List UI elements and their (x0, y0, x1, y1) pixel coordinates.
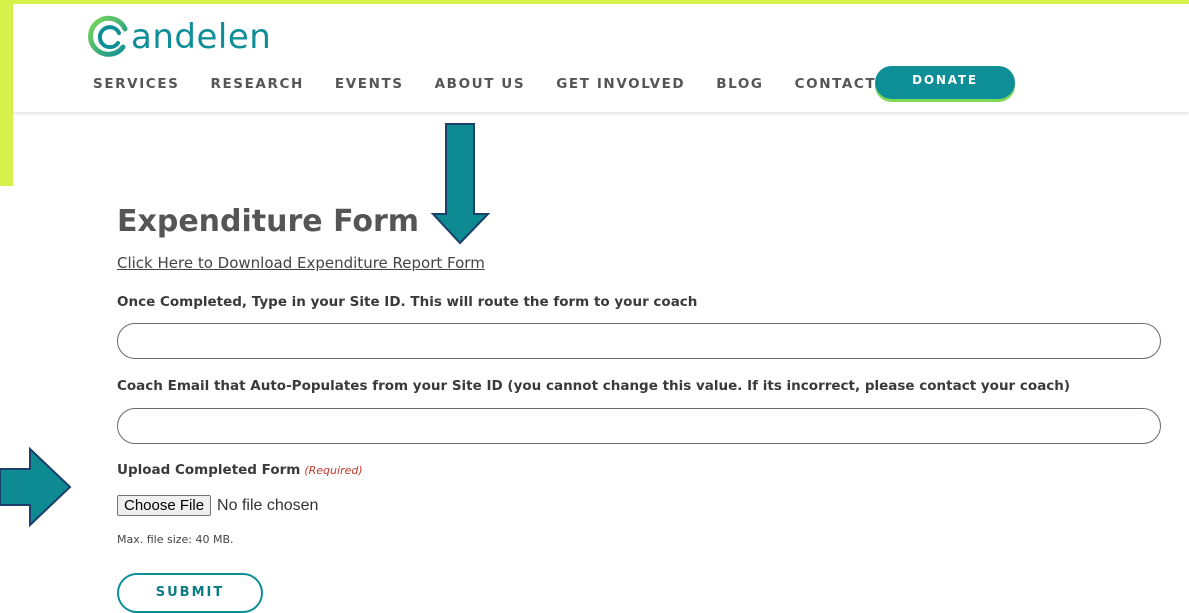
upload-label: Upload Completed Form (Required) (117, 462, 363, 478)
logo[interactable]: andelen (85, 12, 271, 62)
coach-email-label: Coach Email that Auto-Populates from you… (117, 378, 1071, 394)
logo-icon (88, 15, 128, 57)
donate-button[interactable]: DONATE (875, 66, 1015, 99)
file-status: No file chosen (217, 496, 319, 514)
nav-item-blog[interactable]: BLOG (716, 76, 763, 92)
coach-email-field (117, 408, 1161, 444)
nav-item-research[interactable]: RESEARCH (210, 76, 303, 92)
logo-text: andelen (131, 17, 272, 57)
nav-item-get-involved[interactable]: GET INVOLVED (556, 76, 685, 92)
upload-label-text: Upload Completed Form (117, 462, 301, 478)
arrow-right-icon (0, 446, 72, 528)
submit-button[interactable]: SUBMIT (117, 573, 263, 613)
site-id-label: Once Completed, Type in your Site ID. Th… (117, 294, 698, 310)
highlight-frame-left (0, 0, 13, 186)
nav-item-contact[interactable]: CONTACT (795, 76, 877, 92)
choose-file-button[interactable]: Choose File (117, 495, 212, 516)
file-upload: Choose File No file chosen (117, 495, 318, 516)
page-title: Expenditure Form (117, 204, 420, 239)
nav-item-about-us[interactable]: ABOUT US (435, 76, 526, 92)
nav-item-services[interactable]: SERVICES (93, 76, 179, 92)
arrow-down-icon (430, 123, 491, 245)
max-file-size-note: Max. file size: 40 MB. (117, 533, 234, 546)
site-header: andelen SERVICES RESEARCH EVENTS ABOUT U… (13, 4, 1189, 112)
nav-item-events[interactable]: EVENTS (335, 76, 404, 92)
site-id-input[interactable] (117, 323, 1161, 359)
download-form-link[interactable]: Click Here to Download Expenditure Repor… (117, 254, 485, 272)
required-marker: (Required) (304, 464, 363, 477)
main-nav: SERVICES RESEARCH EVENTS ABOUT US GET IN… (93, 76, 907, 92)
